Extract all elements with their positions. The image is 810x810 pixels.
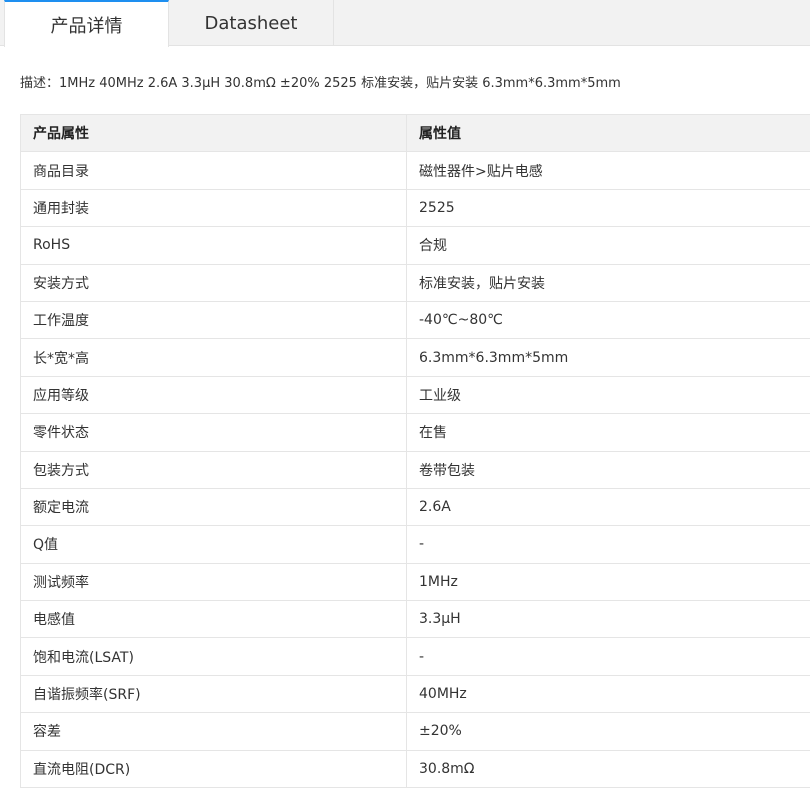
attribute-value-cell: ±20%	[406, 712, 810, 751]
attribute-name-cell: 包装方式	[20, 450, 407, 489]
table-row: 工作温度 -40℃~80℃	[20, 300, 810, 340]
header-value: 属性值	[406, 113, 810, 153]
table-row: Q值 -	[20, 525, 810, 564]
attribute-value-cell: -	[406, 525, 810, 564]
table-row: 测试频率 1MHz	[20, 562, 810, 602]
attribute-name-cell: 通用封装	[20, 188, 407, 228]
table-row: 包装方式 卷带包装	[20, 450, 810, 489]
table-row: 额定电流 2.6A	[20, 487, 810, 527]
table-row: 自谐振频率(SRF) 40MHz	[20, 674, 810, 714]
attribute-value-cell: 30.8mΩ	[406, 749, 810, 789]
attribute-value-cell: 1MHz	[406, 562, 810, 602]
tab-datasheet[interactable]: Datasheet	[169, 0, 334, 46]
table-header-row: 产品属性 属性值	[20, 113, 810, 153]
attribute-name-cell: 直流电阻(DCR)	[20, 749, 407, 789]
attribute-name-cell: 自谐振频率(SRF)	[20, 674, 407, 714]
attribute-value-cell: -40℃~80℃	[406, 300, 810, 340]
attribute-name-cell: 饱和电流(LSAT)	[20, 637, 407, 676]
table-row: 电感值 3.3µH	[20, 600, 810, 639]
attribute-value-cell: 在售	[406, 413, 810, 452]
attribute-name-cell: 测试频率	[20, 562, 407, 602]
table-row: 直流电阻(DCR) 30.8mΩ	[20, 749, 810, 789]
attributes-table: 产品属性 属性值 商品目录 磁性器件>贴片电感 通用封装 2525 RoHS 合规 安装方式…	[20, 113, 810, 789]
attribute-name-cell: Q值	[20, 525, 407, 564]
tab-label: 产品详情	[50, 15, 123, 37]
table-row: 通用封装 2525	[20, 188, 810, 228]
table-row: 长*宽*高 6.3mm*6.3mm*5mm	[20, 338, 810, 377]
tab-bar: 产品详情 Datasheet	[0, 0, 810, 47]
table-body: 商品目录 磁性器件>贴片电感 通用封装 2525 RoHS 合规 安装方式 标准安装，贴片安装…	[20, 151, 810, 789]
attribute-name-cell: 商品目录	[20, 151, 407, 190]
table-row: 饱和电流(LSAT) -	[20, 637, 810, 676]
attribute-name-cell: RoHS	[20, 226, 407, 265]
header-attribute: 产品属性	[20, 113, 407, 153]
attribute-name-cell: 安装方式	[20, 263, 407, 302]
attribute-value-cell: 合规	[406, 226, 810, 265]
attribute-value-cell: 2525	[406, 188, 810, 228]
attribute-name-cell: 零件状态	[20, 413, 407, 452]
attribute-name-cell: 长*宽*高	[20, 338, 407, 377]
attribute-value-cell: 2.6A	[406, 487, 810, 527]
attribute-value-cell: 工业级	[406, 375, 810, 415]
attribute-value-cell: -	[406, 637, 810, 676]
attribute-name-cell: 额定电流	[20, 487, 407, 527]
table-row: RoHS 合规	[20, 226, 810, 265]
table-row: 零件状态 在售	[20, 413, 810, 452]
attribute-name-cell: 应用等级	[20, 375, 407, 415]
attribute-value-cell: 40MHz	[406, 674, 810, 714]
attribute-name-cell: 容差	[20, 712, 407, 751]
attribute-value-cell: 磁性器件>贴片电感	[406, 151, 810, 190]
attribute-name-cell: 工作温度	[20, 300, 407, 340]
tab-product-details[interactable]: 产品详情	[4, 0, 169, 47]
attribute-value-cell: 卷带包装	[406, 450, 810, 489]
attribute-value-cell: 标准安装，贴片安装	[406, 263, 810, 302]
attribute-value-cell: 3.3µH	[406, 600, 810, 639]
table-row: 应用等级 工业级	[20, 375, 810, 415]
table-row: 容差 ±20%	[20, 712, 810, 751]
attribute-name-cell: 电感值	[20, 600, 407, 639]
table-row: 安装方式 标准安装，贴片安装	[20, 263, 810, 302]
product-description: 描述：1MHz 40MHz 2.6A 3.3µH 30.8mΩ ±20% 252…	[20, 76, 621, 91]
attribute-value-cell: 6.3mm*6.3mm*5mm	[406, 338, 810, 377]
table-row: 商品目录 磁性器件>贴片电感	[20, 151, 810, 190]
tab-label: Datasheet	[204, 12, 298, 34]
